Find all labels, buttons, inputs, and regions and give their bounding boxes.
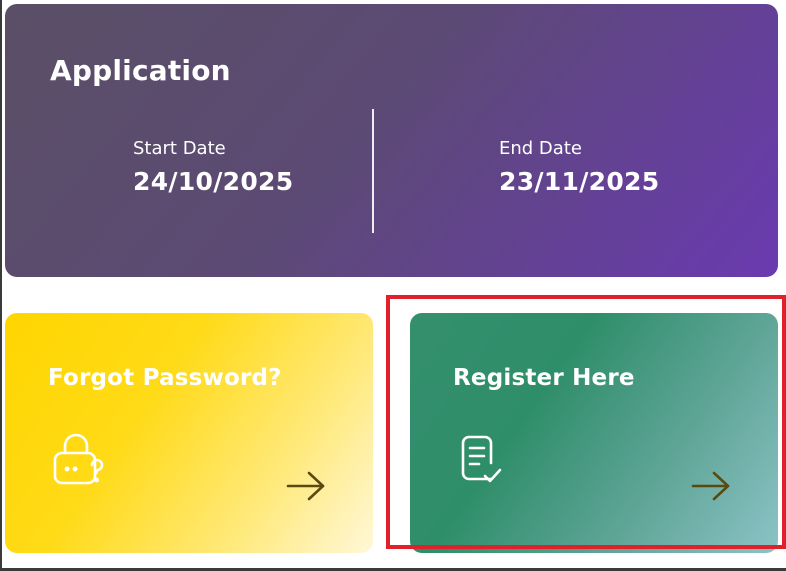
end-date-label: End Date [499, 138, 582, 159]
forgot-password-title: Forgot Password? [48, 365, 282, 391]
lock-question-icon [53, 433, 104, 485]
arrow-right-icon[interactable] [285, 469, 327, 503]
end-date-value: 23/11/2025 [499, 167, 660, 196]
arrow-right-icon[interactable] [690, 469, 732, 503]
register-card[interactable]: Register Here [410, 313, 778, 553]
application-title: Application [50, 54, 231, 87]
window-left-edge [0, 0, 2, 571]
register-title: Register Here [453, 365, 635, 391]
end-date-block: End Date 23/11/2025 [499, 138, 659, 196]
document-check-icon [461, 435, 502, 483]
date-divider [372, 109, 374, 233]
application-card: Application Start Date 24/10/2025 End Da… [5, 4, 778, 277]
start-date-value: 24/10/2025 [133, 167, 294, 196]
start-date-block: Start Date 24/10/2025 [133, 138, 293, 196]
forgot-password-card[interactable]: Forgot Password? [5, 313, 373, 553]
start-date-label: Start Date [133, 138, 226, 159]
